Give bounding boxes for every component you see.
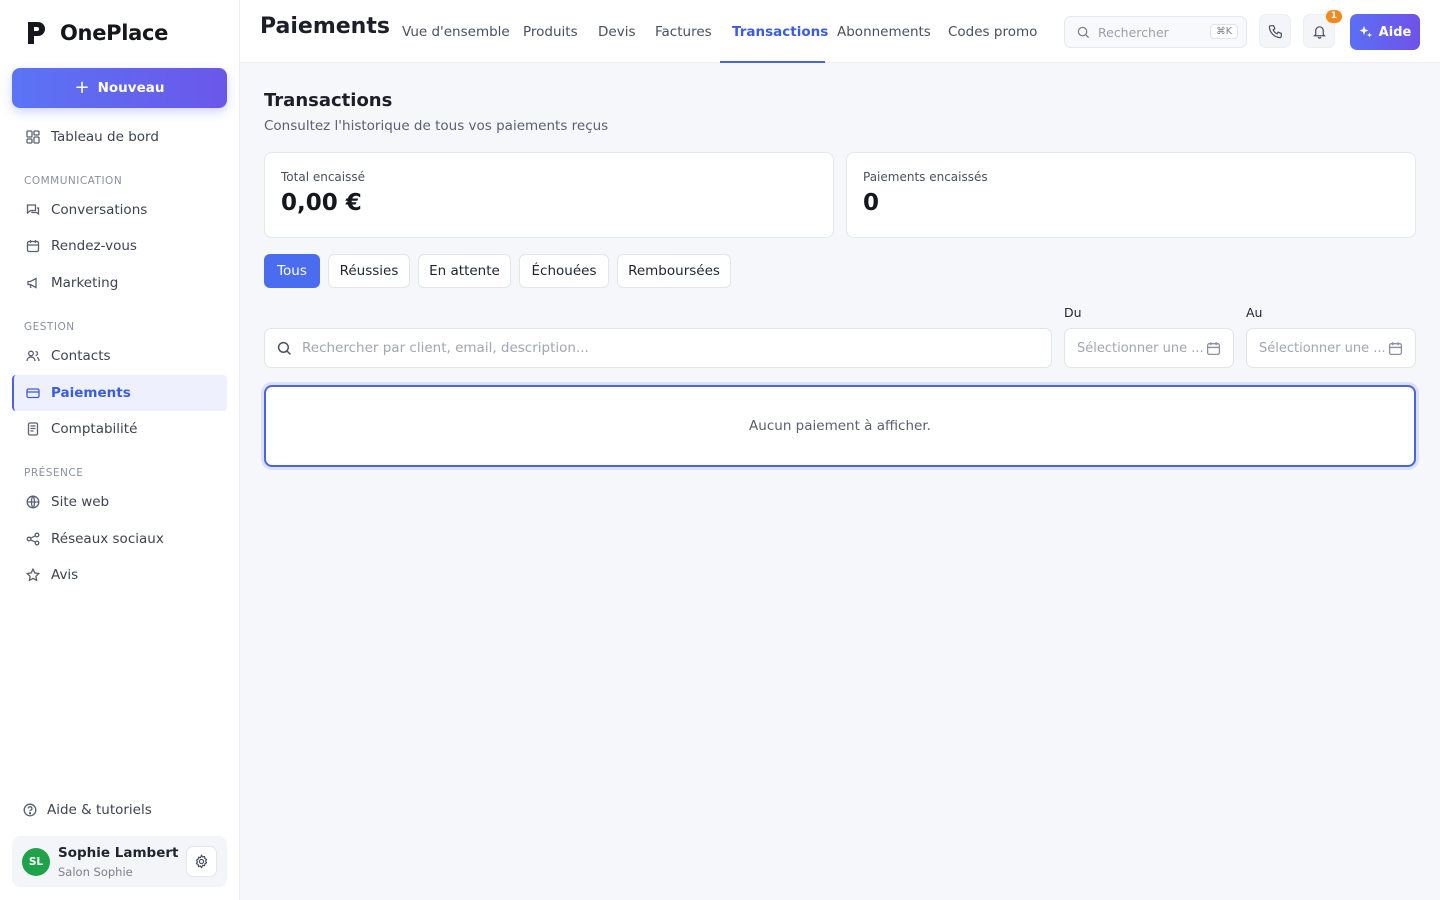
- search-icon: [1077, 26, 1090, 38]
- brand-mark-icon: [28, 22, 45, 44]
- global-search-placeholder: Rechercher: [1098, 24, 1169, 40]
- user-business: Salon Sophie: [58, 865, 133, 879]
- phone-button[interactable]: [1259, 14, 1291, 48]
- help-tutorials-label: Aide & tutoriels: [47, 802, 152, 818]
- global-search-input[interactable]: Rechercher ⌘K: [1064, 16, 1247, 48]
- sidebar-item-label: Contacts: [51, 348, 111, 364]
- sidebar-item-label: Comptabilité: [51, 421, 138, 437]
- gear-icon: [195, 854, 208, 869]
- chat-icon: [25, 203, 40, 218]
- section-label-presence: PRÉSENCE: [24, 467, 84, 479]
- sidebar-item-label: Rendez-vous: [51, 238, 137, 254]
- credit-card-icon: [25, 386, 40, 401]
- calendar-icon: [1206, 342, 1221, 356]
- sidebar: OnePlace + Nouveau Tableau de bord COMMU…: [0, 0, 240, 900]
- share-icon: [25, 532, 40, 547]
- search-icon: [277, 341, 291, 355]
- transactions-search-placeholder: Rechercher par client, email, descriptio…: [302, 340, 589, 356]
- date-from-placeholder: Sélectionner une ...: [1077, 340, 1204, 356]
- sparkles-icon: [1359, 26, 1372, 38]
- tab-vue-ensemble[interactable]: Vue d'ensemble: [402, 0, 510, 63]
- top-bar: Paiements Vue d'ensemble Produits Devis …: [240, 0, 1440, 63]
- filter-reussies[interactable]: Réussies: [328, 254, 410, 288]
- dashboard-icon: [25, 130, 40, 145]
- sidebar-item-label: Conversations: [51, 202, 148, 218]
- star-icon: [25, 568, 40, 583]
- calendar-icon: [25, 239, 40, 254]
- notification-badge: 1: [1325, 10, 1342, 23]
- phone-icon: [1268, 24, 1282, 38]
- sidebar-item-site-web[interactable]: Site web: [12, 484, 227, 520]
- sidebar-item-rendez-vous[interactable]: Rendez-vous: [12, 228, 227, 264]
- sidebar-item-avis[interactable]: Avis: [12, 557, 227, 593]
- users-icon: [25, 349, 40, 364]
- tab-abonnements[interactable]: Abonnements: [837, 0, 931, 63]
- empty-state: Aucun paiement à afficher.: [264, 385, 1416, 467]
- calendar-icon: [1388, 342, 1403, 356]
- page-title: Paiements: [260, 14, 390, 39]
- user-card[interactable]: SL Sophie Lambert Salon Sophie: [12, 836, 227, 887]
- tab-devis[interactable]: Devis: [598, 0, 635, 63]
- help-circle-icon: [22, 803, 37, 818]
- tab-factures[interactable]: Factures: [655, 0, 712, 63]
- bell-icon: [1312, 25, 1326, 39]
- filter-echouees[interactable]: Échouées: [519, 254, 609, 288]
- date-to-picker[interactable]: Sélectionner une ...: [1246, 328, 1416, 368]
- section-label-gestion: GESTION: [24, 321, 75, 333]
- date-to-placeholder: Sélectionner une ...: [1259, 340, 1386, 356]
- stat-label: Total encaissé: [281, 170, 365, 184]
- sidebar-item-label: Marketing: [51, 275, 119, 291]
- globe-icon: [25, 495, 40, 510]
- notifications-button[interactable]: 1: [1303, 10, 1342, 48]
- section-title: Transactions: [264, 90, 393, 111]
- receipt-icon: [25, 422, 40, 437]
- sidebar-item-label: Réseaux sociaux: [51, 531, 164, 547]
- user-name: Sophie Lambert: [58, 845, 179, 861]
- search-shortcut: ⌘K: [1210, 24, 1238, 39]
- brand-logo[interactable]: OnePlace: [26, 20, 168, 46]
- filter-tous[interactable]: Tous: [264, 254, 320, 288]
- tab-transactions[interactable]: Transactions: [732, 0, 828, 63]
- date-from-label: Du: [1064, 305, 1082, 320]
- date-from-picker[interactable]: Sélectionner une ...: [1064, 328, 1234, 368]
- filter-remboursees[interactable]: Remboursées: [617, 254, 731, 288]
- empty-state-message: Aucun paiement à afficher.: [749, 418, 931, 434]
- date-to-label: Au: [1246, 305, 1263, 320]
- stat-value: 0,00 €: [281, 190, 362, 216]
- new-button[interactable]: + Nouveau: [12, 68, 227, 108]
- brand-name: OnePlace: [60, 21, 169, 45]
- help-button-label: Aide: [1378, 24, 1412, 40]
- transactions-search-input[interactable]: Rechercher par client, email, descriptio…: [264, 328, 1052, 368]
- sidebar-item-paiements[interactable]: Paiements: [12, 375, 227, 411]
- tab-codes-promo[interactable]: Codes promo: [948, 0, 1037, 63]
- settings-button[interactable]: [186, 846, 217, 877]
- help-tutorials-link[interactable]: Aide & tutoriels: [22, 802, 152, 818]
- sidebar-item-contacts[interactable]: Contacts: [12, 338, 227, 374]
- active-tab-indicator: [720, 61, 825, 63]
- tab-produits[interactable]: Produits: [523, 0, 578, 63]
- stat-label: Paiements encaissés: [863, 170, 988, 184]
- stat-value: 0: [863, 190, 880, 216]
- megaphone-icon: [25, 276, 40, 291]
- help-button[interactable]: Aide: [1350, 14, 1420, 50]
- sidebar-item-dashboard[interactable]: Tableau de bord: [12, 119, 227, 155]
- sidebar-item-conversations[interactable]: Conversations: [12, 192, 227, 228]
- stat-card-count: Paiements encaissés 0: [846, 152, 1416, 238]
- stat-card-total: Total encaissé 0,00 €: [264, 152, 834, 238]
- avatar: SL: [22, 848, 50, 876]
- section-subtitle: Consultez l'historique de tous vos paiem…: [264, 118, 609, 134]
- sidebar-item-label: Avis: [51, 567, 79, 583]
- section-label-communication: COMMUNICATION: [24, 175, 123, 187]
- sidebar-item-reseaux-sociaux[interactable]: Réseaux sociaux: [12, 521, 227, 557]
- filter-en-attente[interactable]: En attente: [418, 254, 511, 288]
- plus-icon: +: [74, 77, 90, 98]
- sidebar-item-label: Site web: [51, 494, 110, 510]
- sidebar-item-label: Paiements: [51, 385, 131, 401]
- sidebar-item-label: Tableau de bord: [51, 129, 159, 145]
- new-button-label: Nouveau: [97, 80, 165, 96]
- sidebar-item-marketing[interactable]: Marketing: [12, 265, 227, 301]
- sidebar-item-comptabilite[interactable]: Comptabilité: [12, 411, 227, 447]
